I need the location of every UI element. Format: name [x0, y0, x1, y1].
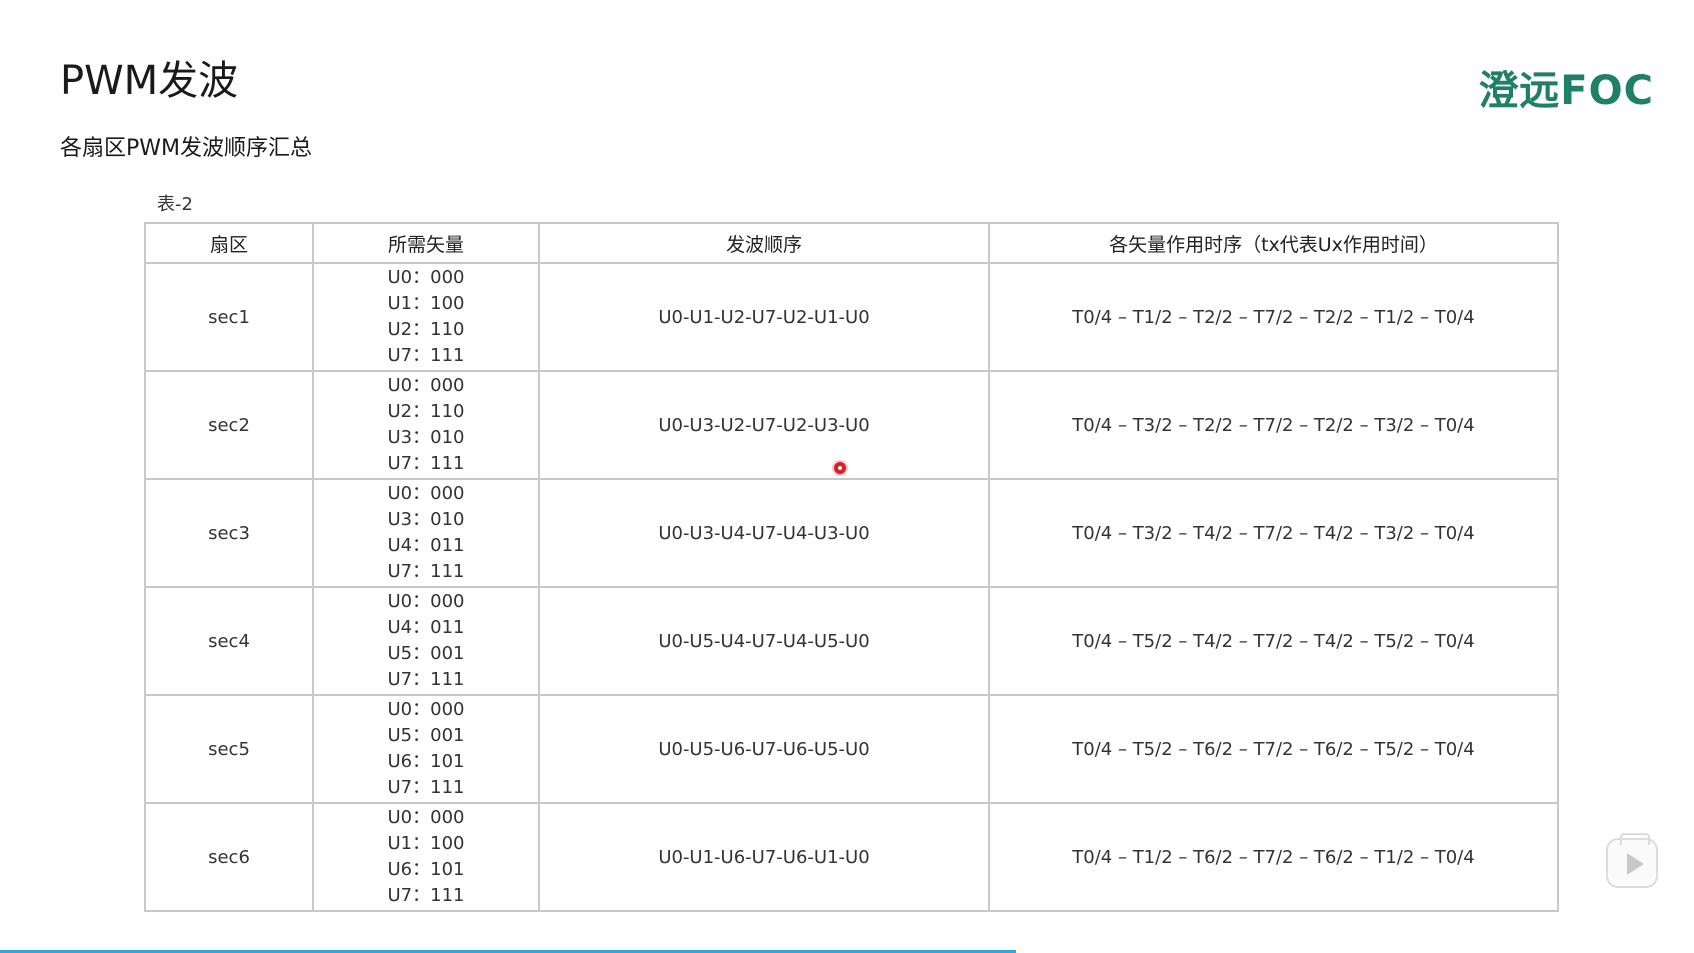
cell-order: U0-U1-U2-U7-U2-U1-U0 — [538, 262, 990, 372]
vector-item: U7：111 — [387, 453, 465, 474]
header-sector: 扇区 — [144, 222, 314, 264]
slide: PWM发波 各扇区PWM发波顺序汇总 澄远FOC 表-2 扇区 所需矢量 发波顺… — [0, 0, 1694, 953]
table-header-row: 扇区 所需矢量 发波顺序 各矢量作用时序（tx代表Ux作用时间） — [144, 222, 1559, 264]
vector-item: U6：101 — [387, 751, 465, 772]
cell-sector: sec6 — [144, 802, 314, 912]
header-timing: 各矢量作用时序（tx代表Ux作用时间） — [988, 222, 1559, 264]
table-row: sec2 U0：000 U2：110 U3：010 U7：111 U0-U3-U2-U7-… — [144, 370, 1559, 480]
vector-item: U2：110 — [387, 401, 465, 422]
cell-sector: sec4 — [144, 586, 314, 696]
table-row: sec4 U0：000 U4：011 U5：001 U7：111 U0-U5-U4-U7-… — [144, 586, 1559, 696]
table-caption: 表-2 — [157, 194, 193, 215]
vector-item: U3：010 — [387, 427, 465, 448]
cell-order: U0-U3-U4-U7-U4-U3-U0 — [538, 478, 990, 588]
pwm-sequence-table: 扇区 所需矢量 发波顺序 各矢量作用时序（tx代表Ux作用时间） sec1 U0：… — [144, 222, 1559, 912]
cell-sector: sec1 — [144, 262, 314, 372]
vector-item: U0：000 — [387, 375, 465, 396]
cell-vectors: U0：000 U4：011 U5：001 U7：111 — [312, 586, 540, 696]
cell-vectors: U0：000 U1：100 U2：110 U7：111 — [312, 262, 540, 372]
table-row: sec5 U0：000 U5：001 U6：101 U7：111 U0-U5-U6-U7-… — [144, 694, 1559, 804]
cell-vectors: U0：000 U2：110 U3：010 U7：111 — [312, 370, 540, 480]
vector-item: U5：001 — [387, 643, 465, 664]
cell-timing: T0/4 – T5/2 – T4/2 – T7/2 – T4/2 – T5/2 … — [988, 586, 1559, 696]
vector-item: U7：111 — [387, 345, 465, 366]
vector-item: U5：001 — [387, 725, 465, 746]
cell-timing: T0/4 – T3/2 – T2/2 – T7/2 – T2/2 – T3/2 … — [988, 370, 1559, 480]
page-title: PWM发波 — [60, 58, 239, 104]
pointer-cursor — [834, 462, 846, 474]
cell-timing: T0/4 – T1/2 – T6/2 – T7/2 – T6/2 – T1/2 … — [988, 802, 1559, 912]
vector-item: U0：000 — [387, 807, 465, 828]
play-button[interactable] — [1606, 833, 1658, 888]
vector-item: U3：010 — [387, 509, 465, 530]
cell-vectors: U0：000 U5：001 U6：101 U7：111 — [312, 694, 540, 804]
cell-sector: sec3 — [144, 478, 314, 588]
cell-timing: T0/4 – T3/2 – T4/2 – T7/2 – T4/2 – T3/2 … — [988, 478, 1559, 588]
vector-item: U1：100 — [387, 293, 465, 314]
vector-item: U2：110 — [387, 319, 465, 340]
vector-item: U7：111 — [387, 777, 465, 798]
vector-list: U0：000 U1：100 U6：101 U7：111 — [388, 805, 465, 909]
cell-order: U0-U3-U2-U7-U2-U3-U0 — [538, 370, 990, 480]
vector-list: U0：000 U4：011 U5：001 U7：111 — [388, 589, 465, 693]
cell-sector: sec5 — [144, 694, 314, 804]
cell-vectors: U0：000 U3：010 U4：011 U7：111 — [312, 478, 540, 588]
vector-item: U7：111 — [387, 885, 465, 906]
vector-item: U7：111 — [387, 669, 465, 690]
table-row: sec3 U0：000 U3：010 U4：011 U7：111 U0-U3-U4-U7-… — [144, 478, 1559, 588]
page-subtitle: 各扇区PWM发波顺序汇总 — [60, 136, 313, 161]
table-row: sec1 U0：000 U1：100 U2：110 U7：111 U0-U1-U2-U7-… — [144, 262, 1559, 372]
vector-list: U0：000 U5：001 U6：101 U7：111 — [388, 697, 465, 801]
vector-item: U0：000 — [387, 267, 465, 288]
play-icon — [1627, 853, 1644, 875]
cell-order: U0-U1-U6-U7-U6-U1-U0 — [538, 802, 990, 912]
vector-list: U0：000 U3：010 U4：011 U7：111 — [388, 481, 465, 585]
table-row: sec6 U0：000 U1：100 U6：101 U7：111 U0-U1-U6-U7-… — [144, 802, 1559, 912]
vector-item: U4：011 — [387, 535, 465, 556]
cell-order: U0-U5-U6-U7-U6-U5-U0 — [538, 694, 990, 804]
vector-item: U7：111 — [387, 561, 465, 582]
cell-timing: T0/4 – T1/2 – T2/2 – T7/2 – T2/2 – T1/2 … — [988, 262, 1559, 372]
header-order: 发波顺序 — [538, 222, 990, 264]
vector-item: U4：011 — [387, 617, 465, 638]
vector-list: U0：000 U2：110 U3：010 U7：111 — [388, 373, 465, 477]
cell-timing: T0/4 – T5/2 – T6/2 – T7/2 – T6/2 – T5/2 … — [988, 694, 1559, 804]
vector-list: U0：000 U1：100 U2：110 U7：111 — [388, 265, 465, 369]
brand-logo: 澄远FOC — [1478, 68, 1654, 114]
vector-item: U1：100 — [387, 833, 465, 854]
vector-item: U0：000 — [387, 699, 465, 720]
cell-sector: sec2 — [144, 370, 314, 480]
vector-item: U0：000 — [387, 591, 465, 612]
header-vectors: 所需矢量 — [312, 222, 540, 264]
cell-order: U0-U5-U4-U7-U4-U5-U0 — [538, 586, 990, 696]
cell-vectors: U0：000 U1：100 U6：101 U7：111 — [312, 802, 540, 912]
vector-item: U0：000 — [387, 483, 465, 504]
vector-item: U6：101 — [387, 859, 465, 880]
